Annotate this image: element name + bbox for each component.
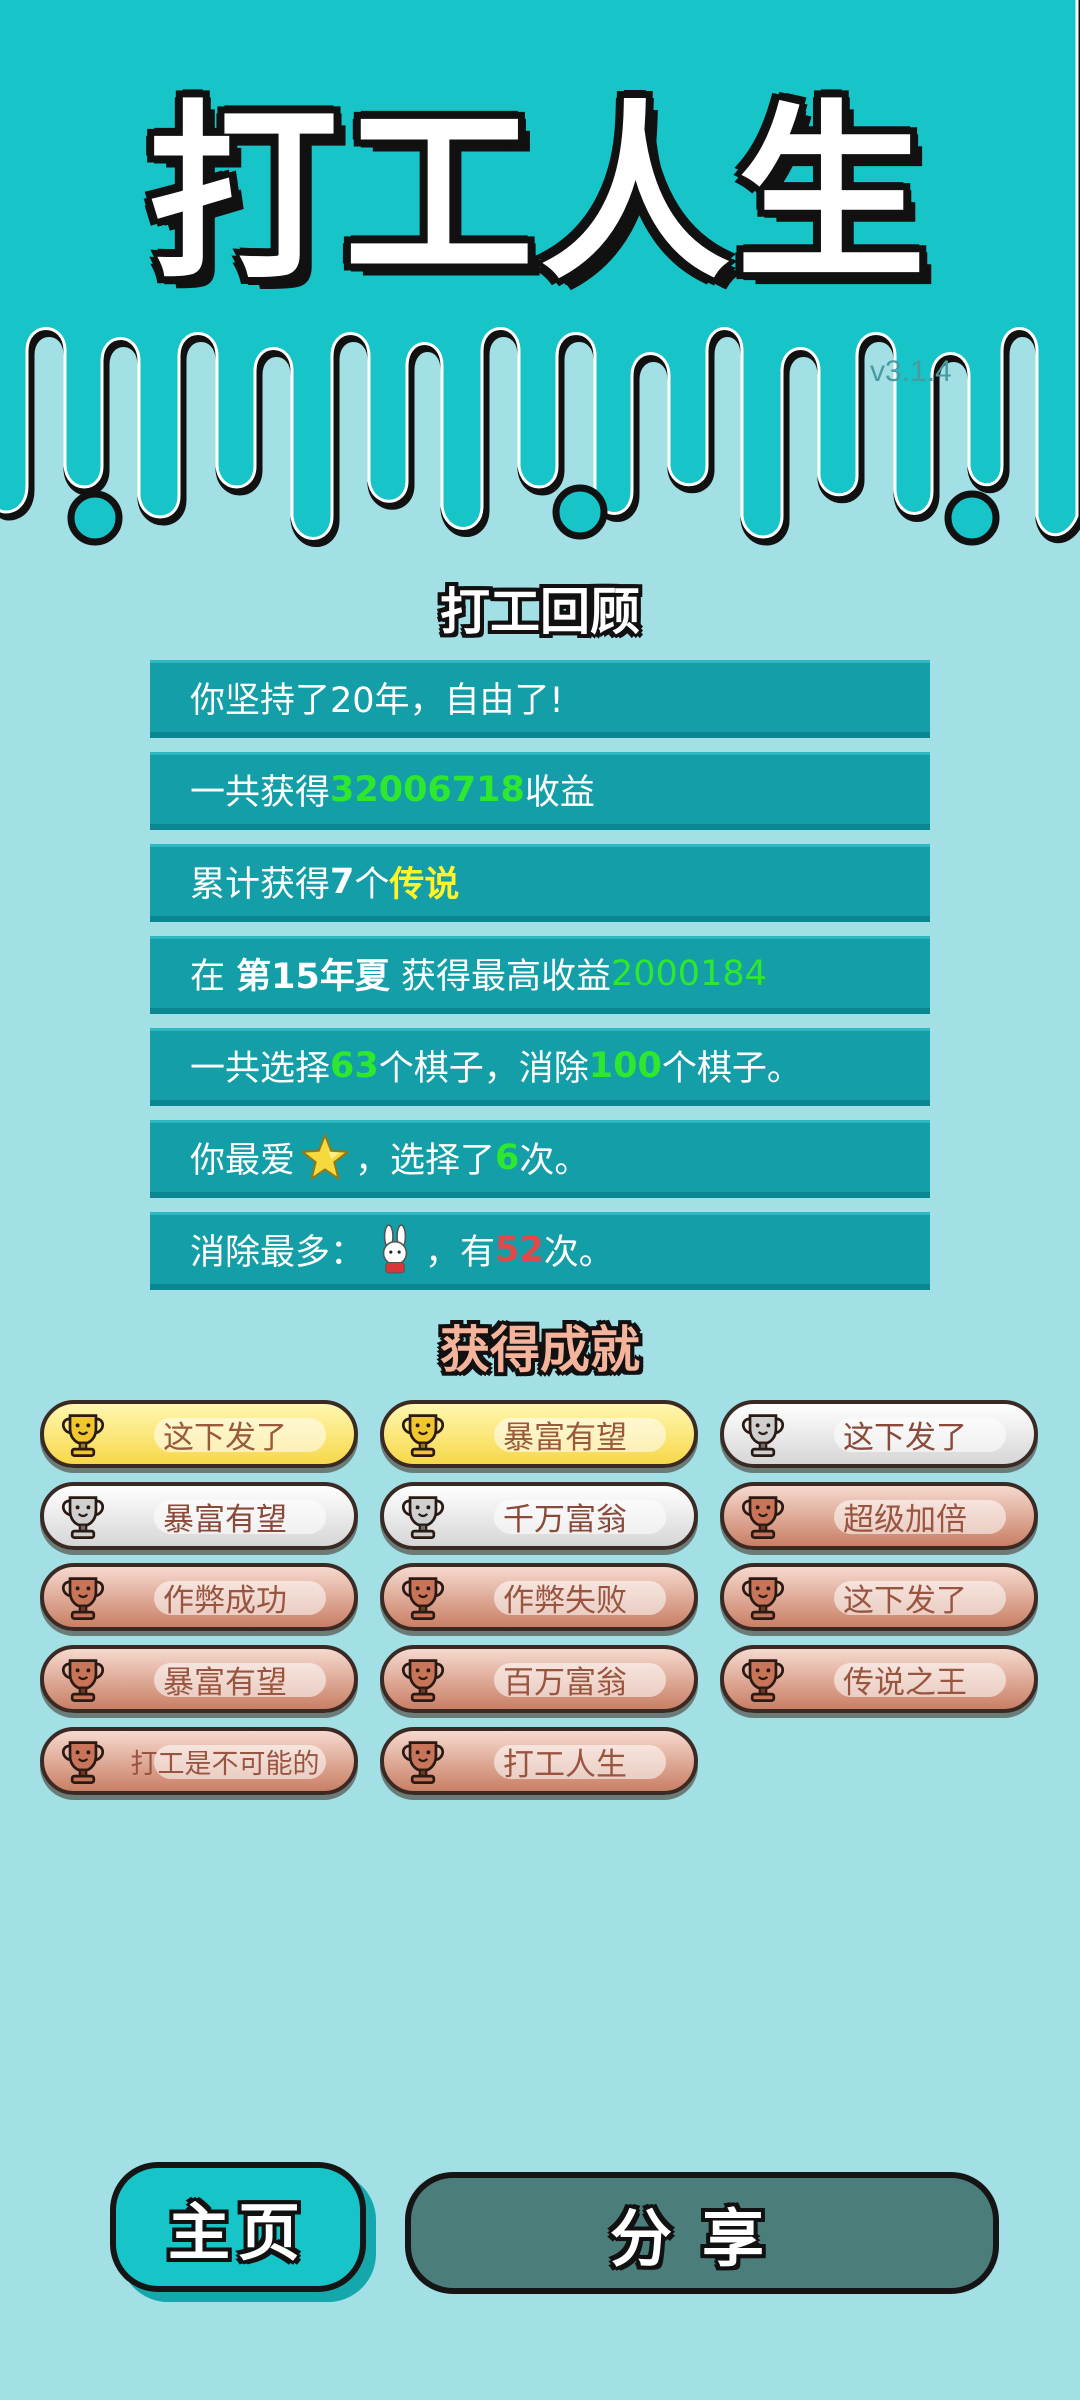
trophy-icon — [401, 1659, 445, 1702]
review-text: 一共获得 — [190, 773, 331, 813]
achievement-label: 这下发了 — [163, 1419, 287, 1456]
achievement-badge[interactable]: 作弊成功 — [40, 1563, 358, 1631]
achievement-badge[interactable]: 超级加倍 — [720, 1482, 1038, 1550]
trophy-icon — [401, 1741, 445, 1784]
achievement-badge[interactable]: 打工是不可能的 — [40, 1727, 358, 1795]
home-button[interactable]: 主页 — [110, 2162, 366, 2292]
review-row: 消除最多： ，有 52 次。 — [150, 1212, 930, 1290]
achievement-badge[interactable]: 暴富有望 — [40, 1645, 358, 1713]
review-text: 收益 — [524, 773, 595, 813]
income-total: 32006718 — [330, 769, 525, 810]
review-text: 获得最高收益 — [389, 957, 611, 997]
review-text: 次。 — [543, 1233, 614, 1273]
review-text: 在 — [190, 957, 237, 997]
review-text: 一共选择 — [190, 1049, 331, 1089]
trophy-icon — [741, 1577, 785, 1620]
achievement-badge[interactable]: 这下发了 — [720, 1400, 1038, 1468]
review-text: 个 — [354, 865, 390, 905]
review-text: 你坚持了20年，自由了! — [190, 681, 564, 721]
achievement-label: 暴富有望 — [163, 1501, 287, 1538]
achievement-label: 作弊成功 — [163, 1582, 287, 1619]
pieces-removed: 100 — [588, 1045, 662, 1086]
version-label: v3.1.4 — [870, 355, 952, 388]
achievement-badge[interactable]: 作弊失败 — [380, 1563, 698, 1631]
home-button-label: 主页 — [167, 2196, 308, 2269]
trophy-icon — [741, 1496, 785, 1539]
review-row: 累计获得 7 个传说 — [150, 844, 930, 922]
achievement-badge[interactable]: 千万富翁 — [380, 1482, 698, 1550]
trophy-icon — [401, 1496, 445, 1539]
review-text: 个棋子。 — [661, 1049, 802, 1089]
achievements-title: 获得成就 — [440, 1321, 640, 1379]
achievement-badge[interactable]: 暴富有望 — [40, 1482, 358, 1550]
trophy-icon — [61, 1659, 105, 1702]
achievement-label: 打工人生 — [503, 1746, 627, 1783]
achievement-label: 暴富有望 — [503, 1419, 627, 1456]
review-title: 打工回顾 — [440, 583, 640, 641]
review-row: 一共选择 63 个棋子，消除 100 个棋子。 — [150, 1028, 930, 1106]
header: 打工人生 v3.1.4 — [0, 0, 1080, 560]
achievement-label: 传说之王 — [843, 1664, 967, 1701]
achievement-label: 这下发了 — [843, 1582, 967, 1619]
app-title: 打工人生 — [147, 84, 932, 305]
legend-count: 7 — [330, 861, 355, 902]
trophy-icon — [401, 1577, 445, 1620]
review-text: ，选择了 — [355, 1141, 496, 1181]
share-button-label: 分享 — [609, 2202, 794, 2275]
achievement-badge[interactable]: 传说之王 — [720, 1645, 1038, 1713]
review-row: 你最爱 ，选择了 6 次。 — [150, 1120, 930, 1198]
review-text: 累计获得 — [190, 865, 331, 905]
best-season: 第15年夏 — [236, 957, 390, 997]
review-row: 一共获得 32006718 收益 — [150, 752, 930, 830]
trophy-icon — [61, 1577, 105, 1620]
achievement-label: 打工是不可能的 — [130, 1748, 320, 1780]
favorite-times: 6 — [495, 1137, 520, 1178]
review-row: 你坚持了20年，自由了! — [150, 660, 930, 738]
star-icon — [301, 1133, 349, 1180]
achievement-label: 这下发了 — [843, 1419, 967, 1456]
achievement-label: 百万富翁 — [503, 1664, 627, 1701]
trophy-icon — [741, 1414, 785, 1457]
trophy-icon — [401, 1414, 445, 1457]
legend-label: 传说 — [389, 865, 460, 905]
trophy-icon — [61, 1741, 105, 1784]
achievement-badge[interactable]: 打工人生 — [380, 1727, 698, 1795]
pieces-chosen: 63 — [330, 1045, 379, 1086]
removed-times: 52 — [495, 1229, 544, 1270]
trophy-icon — [61, 1496, 105, 1539]
achievement-label: 千万富翁 — [503, 1501, 627, 1538]
trophy-icon — [61, 1414, 105, 1457]
rabbit-icon — [382, 1223, 408, 1273]
review-row: 在 第15年夏 获得最高收益 2000184 — [150, 936, 930, 1014]
achievement-label: 暴富有望 — [163, 1664, 287, 1701]
achievement-badge[interactable]: 百万富翁 — [380, 1645, 698, 1713]
share-button[interactable]: 分享 — [405, 2172, 999, 2294]
achievement-label: 超级加倍 — [843, 1501, 967, 1538]
achievement-badge[interactable]: 这下发了 — [40, 1400, 358, 1468]
achievement-label: 作弊失败 — [503, 1582, 627, 1619]
review-text: 你最爱 — [190, 1141, 296, 1181]
achievement-badge[interactable]: 这下发了 — [720, 1563, 1038, 1631]
achievement-badge[interactable]: 暴富有望 — [380, 1400, 698, 1468]
trophy-icon — [741, 1659, 785, 1702]
review-text: 消除最多： — [190, 1233, 366, 1273]
best-income: 2000184 — [611, 953, 767, 994]
review-text: 次。 — [519, 1141, 590, 1181]
review-text: 个棋子，消除 — [378, 1049, 589, 1089]
review-text: ，有 — [425, 1233, 496, 1273]
